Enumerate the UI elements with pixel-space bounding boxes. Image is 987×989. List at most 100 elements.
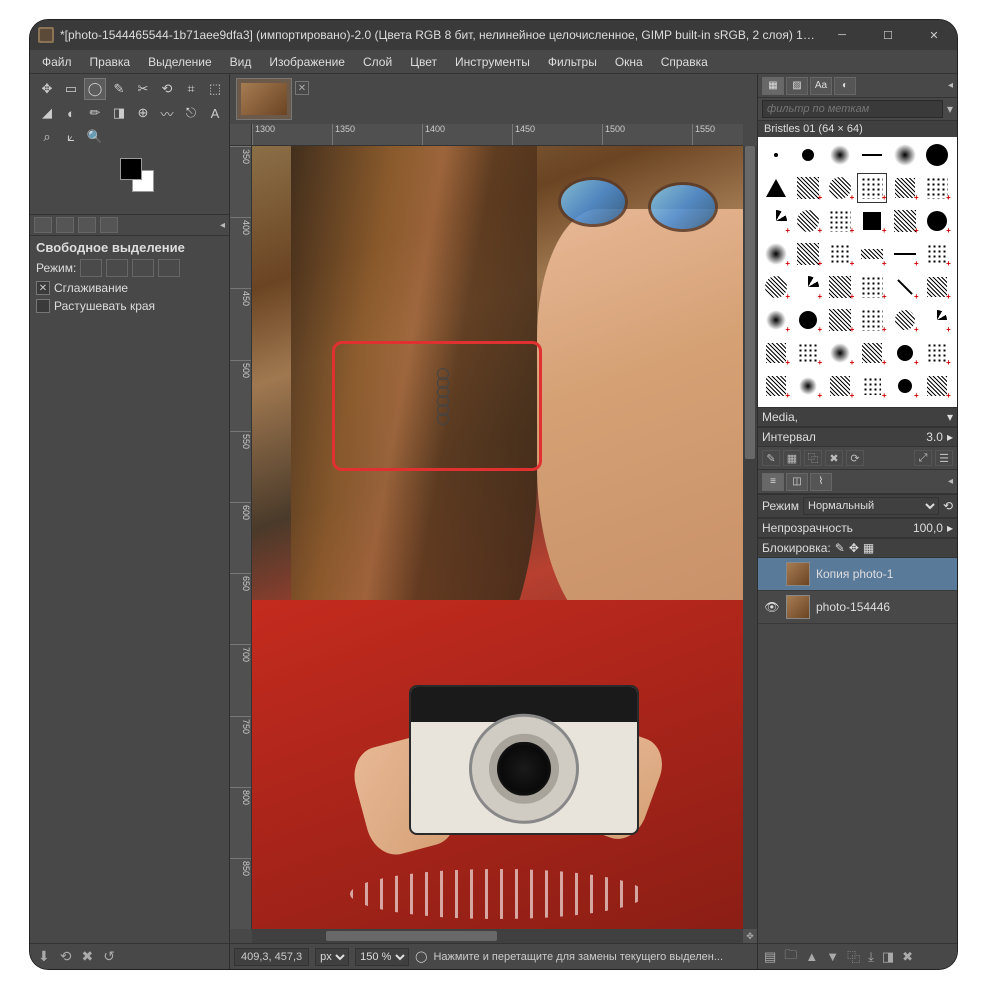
tool-picker[interactable]: ⌕ <box>36 126 58 148</box>
layer-name[interactable]: Копия photo-1 <box>816 567 893 581</box>
brush-edit-icon[interactable]: ✎ <box>762 450 780 466</box>
mode-add[interactable] <box>106 259 128 277</box>
brush-new-icon[interactable]: ▦ <box>783 450 801 466</box>
brush-grid[interactable]: + + + + + + + + + + + + + + + + + + + + <box>758 137 957 407</box>
save-preset-icon[interactable]: ⬇ <box>38 948 50 965</box>
scrollbar-horizontal[interactable] <box>252 929 743 943</box>
tool-rect-select[interactable]: ▭ <box>60 78 82 100</box>
tool-measure[interactable]: ⟀ <box>60 126 82 148</box>
filter-dropdown-icon[interactable]: ▾ <box>947 102 953 116</box>
layer-row[interactable]: Копия photo-1 <box>758 558 957 591</box>
dock-menu-icon[interactable]: ◂ <box>220 220 225 231</box>
mode-replace[interactable] <box>80 259 102 277</box>
layer-mode-select[interactable]: Нормальный <box>803 497 939 515</box>
brush-menu-icon[interactable]: ☰ <box>935 450 953 466</box>
tab-close-icon[interactable]: ✕ <box>295 81 309 95</box>
layer-mask-icon[interactable]: ◨ <box>882 949 894 965</box>
menu-layer[interactable]: Слой <box>355 53 400 71</box>
interval-stepper-icon[interactable]: ▸ <box>947 430 953 444</box>
dock-tab-tool-options[interactable] <box>34 217 52 233</box>
antialias-checkbox[interactable]: ✕ <box>36 281 50 295</box>
lock-pixel-icon[interactable]: ✎ <box>835 541 845 555</box>
tool-transform[interactable]: ⟲ <box>156 78 178 100</box>
tool-smudge[interactable]: 〰 <box>156 102 178 124</box>
brush-duplicate-icon[interactable]: ⿻ <box>804 450 822 466</box>
delete-preset-icon[interactable]: ✖ <box>81 948 93 965</box>
layer-mode-reset-icon[interactable]: ⟲ <box>943 499 953 513</box>
tool-bucket[interactable]: ◢ <box>36 102 58 124</box>
restore-preset-icon[interactable]: ⟲ <box>60 948 72 965</box>
menu-tools[interactable]: Инструменты <box>447 53 538 71</box>
tool-move[interactable]: ✥ <box>36 78 58 100</box>
image-tab[interactable]: ✕ <box>236 78 292 120</box>
ruler-vertical[interactable]: 350 400 450 500 550 600 650 700 750 800 … <box>230 146 252 929</box>
menu-help[interactable]: Справка <box>653 53 716 71</box>
reset-preset-icon[interactable]: ↺ <box>103 948 115 965</box>
menu-filters[interactable]: Фильтры <box>540 53 605 71</box>
canvas[interactable] <box>252 146 743 929</box>
tool-crop[interactable]: ✂ <box>132 78 154 100</box>
dock-tab-undo[interactable] <box>78 217 96 233</box>
feather-checkbox[interactable] <box>36 299 50 313</box>
lock-position-icon[interactable]: ✥ <box>849 541 859 555</box>
lock-alpha-icon[interactable]: ▦ <box>863 541 874 555</box>
maximize-button[interactable]: ☐ <box>865 20 911 50</box>
tool-paths[interactable]: ⎋ <box>180 102 202 124</box>
ruler-horizontal[interactable]: 1300 1350 1400 1450 1500 1550 <box>252 124 743 146</box>
layer-row[interactable]: 👁 photo-154446 <box>758 591 957 624</box>
brush-refresh-icon[interactable]: ⟳ <box>846 450 864 466</box>
layer-new-icon[interactable]: ▤ <box>764 949 776 965</box>
media-dropdown-icon[interactable]: ▾ <box>947 410 953 424</box>
tool-eraser[interactable]: ◨ <box>108 102 130 124</box>
layer-down-icon[interactable]: ▼ <box>826 949 839 964</box>
tool-cage[interactable]: ⬚ <box>204 78 226 100</box>
tool-pencil[interactable]: ✏ <box>84 102 106 124</box>
foreground-color[interactable] <box>120 158 142 180</box>
canvas-navigate-icon[interactable]: ✥ <box>743 929 757 943</box>
dock-tab-device[interactable] <box>56 217 74 233</box>
tool-zoom[interactable]: 🔍 <box>84 126 106 148</box>
dock-tab-images[interactable] <box>100 217 118 233</box>
status-unit-select[interactable]: px <box>315 948 349 966</box>
brush-filter-input[interactable] <box>762 100 943 118</box>
opacity-stepper-icon[interactable]: ▸ <box>947 521 953 535</box>
brushes-dock-menu[interactable]: ◂ <box>948 80 953 91</box>
menu-select[interactable]: Выделение <box>140 53 220 71</box>
tool-clone[interactable]: ⊕ <box>132 102 154 124</box>
tab-paths[interactable]: ⌇ <box>810 473 832 491</box>
close-button[interactable]: ✕ <box>911 20 957 50</box>
menu-file[interactable]: Файл <box>34 53 80 71</box>
tab-fonts[interactable]: Aa <box>810 77 832 95</box>
menu-edit[interactable]: Правка <box>82 53 139 71</box>
tab-history[interactable]: ◐ <box>834 77 856 95</box>
layer-up-icon[interactable]: ▲ <box>805 949 818 964</box>
layer-merge-icon[interactable]: ⤓ <box>868 949 874 965</box>
tool-gradient[interactable]: ◐ <box>60 102 82 124</box>
layer-visibility-icon[interactable] <box>764 566 780 582</box>
layer-duplicate-icon[interactable]: ⿻ <box>847 947 860 966</box>
tool-text[interactable]: A <box>204 102 226 124</box>
layer-visibility-icon[interactable]: 👁 <box>764 599 780 615</box>
tab-brushes[interactable]: ▦ <box>762 77 784 95</box>
menu-view[interactable]: Вид <box>222 53 260 71</box>
tab-patterns[interactable]: ▨ <box>786 77 808 95</box>
menu-windows[interactable]: Окна <box>607 53 651 71</box>
menu-colors[interactable]: Цвет <box>402 53 445 71</box>
brush-delete-icon[interactable]: ✖ <box>825 450 843 466</box>
tool-warp[interactable]: ⌗ <box>180 78 202 100</box>
menu-image[interactable]: Изображение <box>261 53 353 71</box>
minimize-button[interactable]: ─ <box>819 20 865 50</box>
interval-value[interactable]: 3.0 <box>926 430 943 444</box>
layer-name[interactable]: photo-154446 <box>816 600 890 614</box>
mode-intersect[interactable] <box>158 259 180 277</box>
layers-dock-menu[interactable]: ◂ <box>948 476 953 487</box>
tab-channels[interactable]: ◫ <box>786 473 808 491</box>
layer-group-icon[interactable]: 🗀 <box>784 946 797 968</box>
tool-free-select[interactable]: ◯ <box>84 78 106 100</box>
status-zoom-select[interactable]: 150 % <box>355 948 409 966</box>
tab-layers[interactable]: ≡ <box>762 473 784 491</box>
opacity-value[interactable]: 100,0 <box>913 521 943 535</box>
scrollbar-vertical[interactable] <box>743 146 757 929</box>
brush-zoom-icon[interactable]: ⤢ <box>914 450 932 466</box>
mode-subtract[interactable] <box>132 259 154 277</box>
